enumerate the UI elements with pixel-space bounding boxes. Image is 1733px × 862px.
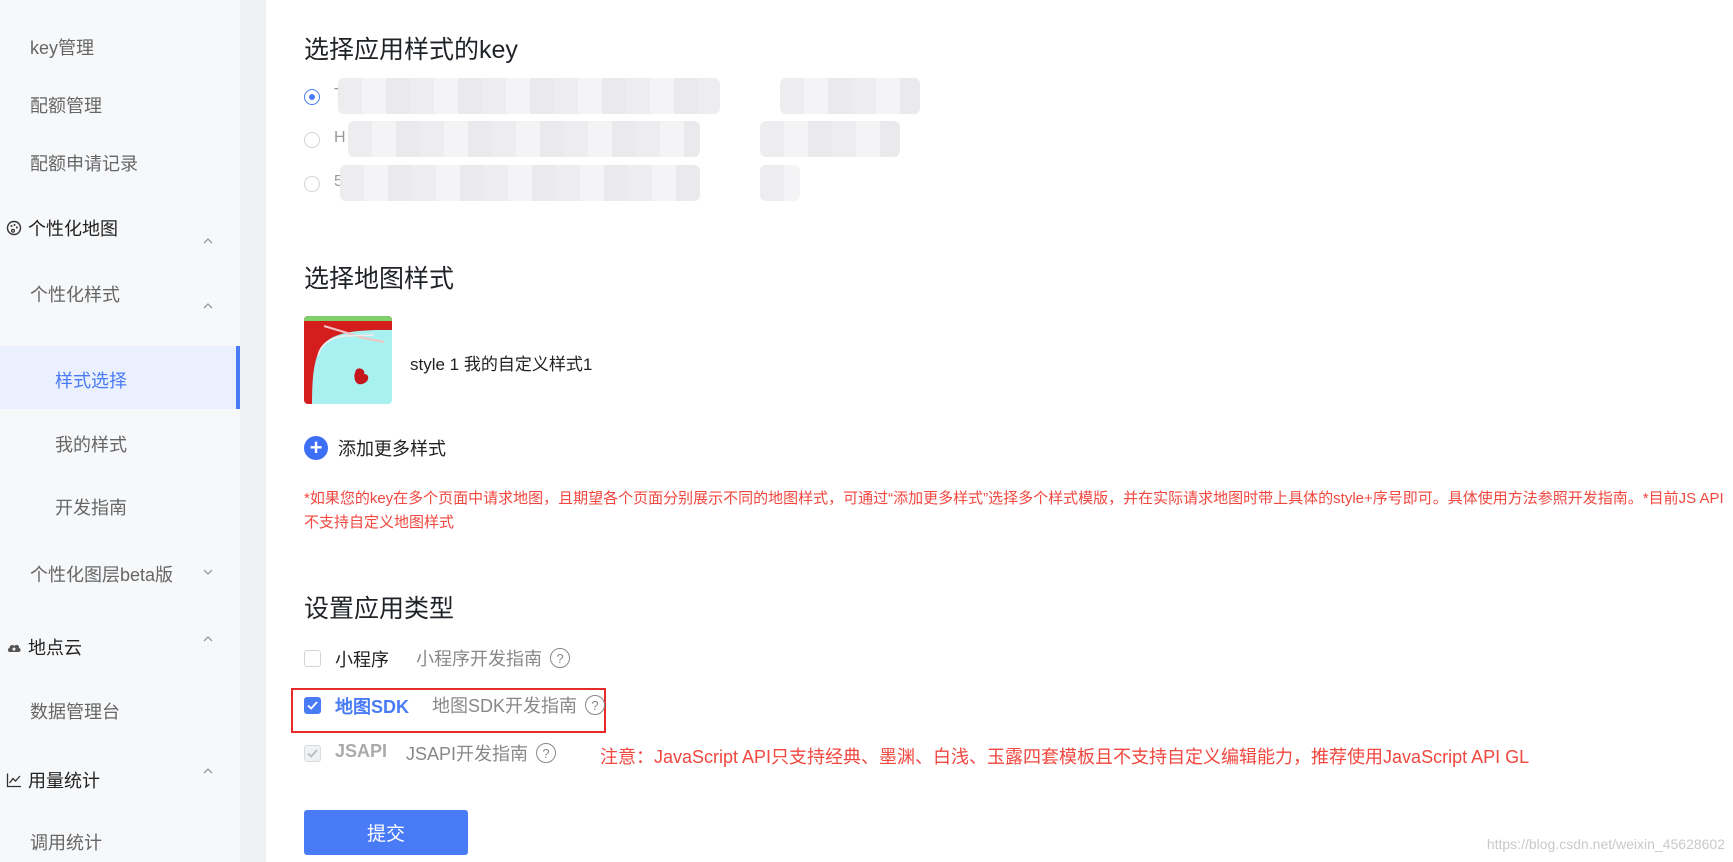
redacted-key-text	[760, 121, 900, 157]
jsapi-checkbox	[304, 745, 321, 762]
map-sdk-guide-link[interactable]: 地图SDK开发指南 ?	[432, 692, 606, 718]
map-sdk-label: 地图SDK	[335, 697, 410, 717]
sidebar-item-call-stats[interactable]: 调用统计	[30, 829, 102, 855]
palette-icon	[6, 220, 22, 236]
miniprogram-guide-link[interactable]: 小程序开发指南 ?	[416, 645, 570, 671]
style-usage-note: *如果您的key在多个页面中请求地图，且期望各个页面分别展示不同的地图样式，可通…	[304, 490, 1724, 531]
miniprogram-label: 小程序	[335, 650, 389, 670]
submit-button[interactable]: 提交	[304, 810, 468, 855]
help-icon[interactable]: ?	[585, 695, 606, 715]
help-icon[interactable]: ?	[536, 743, 557, 763]
sidebar-item-custom-style[interactable]: 个性化样式	[30, 281, 120, 307]
cloud-icon	[6, 639, 22, 655]
sidebar-item-style-select[interactable]: 样式选择	[55, 367, 127, 393]
style-section-title: 选择地图样式	[304, 265, 455, 293]
sidebar-group-place-cloud[interactable]: 地点云	[6, 634, 82, 660]
style-thumbnail[interactable]	[304, 316, 392, 404]
guide-label: JSAPI开发指南	[406, 744, 529, 764]
jsapi-warning: 注意：JavaScript API只支持经典、墨渊、白浅、玉露四套模板且不支持自…	[600, 747, 1530, 767]
line-chart-icon	[6, 772, 22, 788]
redacted-key-text	[348, 121, 700, 157]
chevron-up-icon[interactable]	[202, 765, 214, 777]
key-option-label: H	[334, 129, 346, 146]
redacted-key-text	[780, 78, 920, 114]
key-radio-3[interactable]	[304, 176, 320, 192]
app-type-section-title: 设置应用类型	[304, 595, 455, 623]
sidebar-group-custom-map[interactable]: 个性化地图	[6, 215, 118, 241]
redacted-key-text	[340, 165, 700, 201]
sidebar-item-key-management[interactable]: key管理	[30, 34, 94, 60]
selected-style-label: style 1 我的自定义样式1	[410, 355, 593, 374]
sidebar-group-label: 用量统计	[28, 771, 100, 791]
guide-label: 地图SDK开发指南	[432, 696, 578, 716]
key-radio-2[interactable]	[304, 132, 320, 148]
chevron-up-icon[interactable]	[202, 300, 214, 312]
chevron-down-icon[interactable]	[202, 566, 214, 578]
jsapi-guide-link[interactable]: JSAPI开发指南 ?	[406, 740, 557, 766]
chevron-up-icon[interactable]	[202, 235, 214, 247]
add-more-styles-button[interactable]: + 添加更多样式	[304, 435, 446, 461]
chevron-up-icon[interactable]	[202, 633, 214, 645]
plus-circle-icon: +	[304, 436, 328, 460]
help-icon[interactable]: ?	[550, 648, 570, 668]
sidebar-item-data-console[interactable]: 数据管理台	[30, 698, 120, 724]
sidebar-item-quota-records[interactable]: 配额申请记录	[30, 150, 138, 176]
redacted-key-text	[338, 78, 720, 114]
sidebar-item-dev-guide[interactable]: 开发指南	[55, 494, 127, 520]
sidebar-item-my-styles[interactable]: 我的样式	[55, 431, 127, 457]
guide-label: 小程序开发指南	[416, 649, 542, 669]
miniprogram-checkbox[interactable]	[304, 650, 321, 667]
map-sdk-checkbox[interactable]	[304, 697, 321, 714]
sidebar-group-label: 个性化地图	[28, 219, 118, 239]
add-more-styles-label: 添加更多样式	[338, 439, 446, 459]
sidebar-divider	[240, 0, 266, 862]
key-section-title: 选择应用样式的key	[304, 36, 518, 64]
key-radio-1[interactable]	[304, 89, 320, 105]
sidebar-group-label: 地点云	[28, 638, 82, 658]
watermark: https://blog.csdn.net/weixin_45628602	[1486, 836, 1725, 852]
sidebar-group-usage-stats[interactable]: 用量统计	[6, 767, 100, 793]
sidebar-item-custom-layer-beta[interactable]: 个性化图层beta版	[30, 561, 173, 587]
sidebar-item-quota-management[interactable]: 配额管理	[30, 92, 102, 118]
redacted-key-text	[760, 165, 800, 201]
jsapi-label: JSAPI	[335, 741, 388, 761]
